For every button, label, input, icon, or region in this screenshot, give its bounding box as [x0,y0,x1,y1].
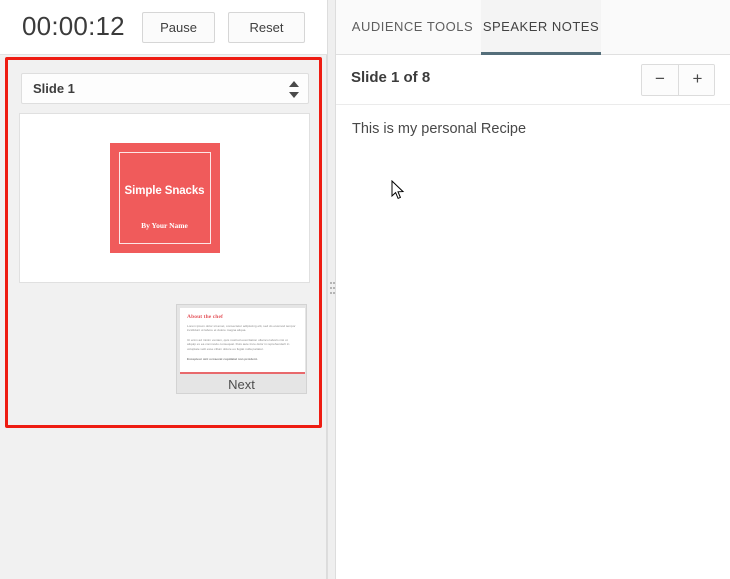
next-slide-thumbnail: About the chef Lorem ipsum dolor sit ame… [180,308,305,374]
slide-selector-dropdown[interactable]: Slide 1 [21,73,309,104]
next-slide-body-text-1: Lorem ipsum dolor sit amet, consectetur … [187,324,296,333]
tab-audience-tools[interactable]: AUDIENCE TOOLS [344,0,481,55]
presenter-view-window: 00:00:12 Pause Reset Slide 1 Simple Snac… [0,0,730,579]
slide-selector-value: Slide 1 [33,81,75,96]
font-increase-button[interactable]: + [679,65,714,95]
notes-pane: AUDIENCE TOOLS SPEAKER NOTES Slide 1 of … [336,0,730,579]
slide-artwork-frame [118,152,211,244]
slide-title-text: Simple Snacks [124,185,205,197]
timer-display: 00:00:12 [22,11,125,41]
speaker-notes-area[interactable]: This is my personal Recipe [336,105,730,579]
stepper-arrows-icon [288,80,300,99]
font-decrease-button[interactable]: − [642,65,679,95]
slide-preview-pane: 00:00:12 Pause Reset Slide 1 Simple Snac… [0,0,327,579]
next-slide-heading-text: About the chef [187,314,223,320]
timer-toolbar: 00:00:12 Pause Reset [0,0,327,55]
slide-subtitle-text: By Your Name [141,221,188,230]
notes-tab-bar: AUDIENCE TOOLS SPEAKER NOTES [336,0,730,55]
next-slide-preview[interactable]: About the chef Lorem ipsum dolor sit ame… [176,304,307,394]
slide-count-text: Slide 1 of 8 [351,69,431,86]
next-slide-body-text-2: Ut enim ad minim veniam, quis nostrud ex… [187,338,290,351]
next-slide-label: Next [228,377,255,392]
reset-button[interactable]: Reset [228,12,305,43]
current-slide-preview[interactable]: Simple Snacks By Your Name [19,113,310,283]
drag-grip-icon [330,282,335,298]
pane-splitter[interactable] [327,0,336,579]
next-slide-body-text-3: Excepteur sint occaecat cupidatat non pr… [187,357,258,361]
pause-button[interactable]: Pause [142,12,215,43]
slide-count-toolbar: Slide 1 of 8 − + [336,55,730,105]
speaker-notes-text: This is my personal Recipe [352,121,527,137]
font-size-controls: − + [641,64,715,96]
slide-artwork: Simple Snacks By Your Name [109,143,220,253]
tab-speaker-notes[interactable]: SPEAKER NOTES [481,0,601,55]
